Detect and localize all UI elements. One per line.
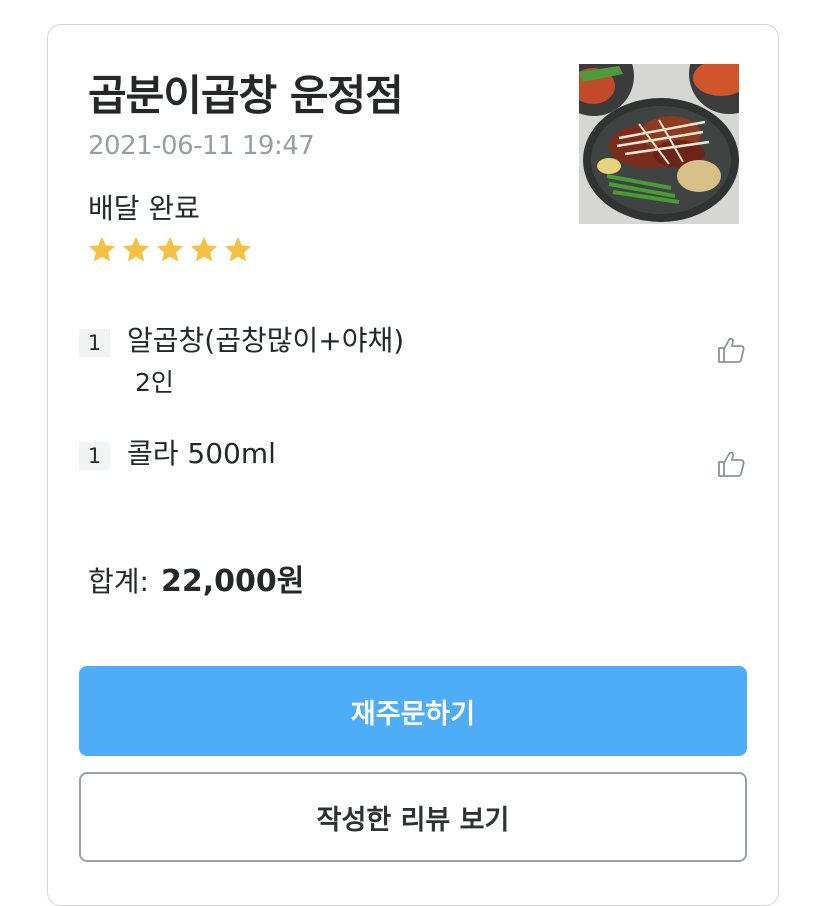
star-icon xyxy=(156,236,184,262)
thumbs-up-icon[interactable] xyxy=(715,448,747,480)
menu-item: 1 알곱창(곱창많이+야채) 2인 xyxy=(79,324,747,399)
order-status: 배달 완료 xyxy=(88,192,200,225)
menu-item-name: 콜라 500ml xyxy=(127,437,276,470)
menu-item-option: 2인 xyxy=(135,368,174,397)
menu-item: 1 콜라 500ml xyxy=(79,437,747,480)
total-label: 합계: xyxy=(88,565,149,598)
view-review-button[interactable]: 작성한 리뷰 보기 xyxy=(79,772,747,862)
store-thumbnail[interactable] xyxy=(579,64,739,224)
star-icon xyxy=(224,236,252,262)
star-icon xyxy=(190,236,218,262)
thumbs-up-icon[interactable] xyxy=(715,334,747,366)
rating-stars xyxy=(86,234,254,266)
total-value: 22,000원 xyxy=(160,564,305,599)
star-icon xyxy=(122,236,150,262)
menu-item-name: 알곱창(곱창많이+야채) xyxy=(127,324,405,357)
star-icon xyxy=(88,236,116,262)
food-image xyxy=(579,64,739,224)
quantity-badge: 1 xyxy=(79,442,110,470)
order-date: 2021-06-11 19:47 xyxy=(88,131,315,161)
store-name[interactable]: 곱분이곱창 운정점 xyxy=(88,62,404,123)
quantity-badge: 1 xyxy=(79,329,110,357)
order-total: 합계: 22,000원 xyxy=(88,556,304,600)
reorder-button[interactable]: 재주문하기 xyxy=(79,666,747,756)
